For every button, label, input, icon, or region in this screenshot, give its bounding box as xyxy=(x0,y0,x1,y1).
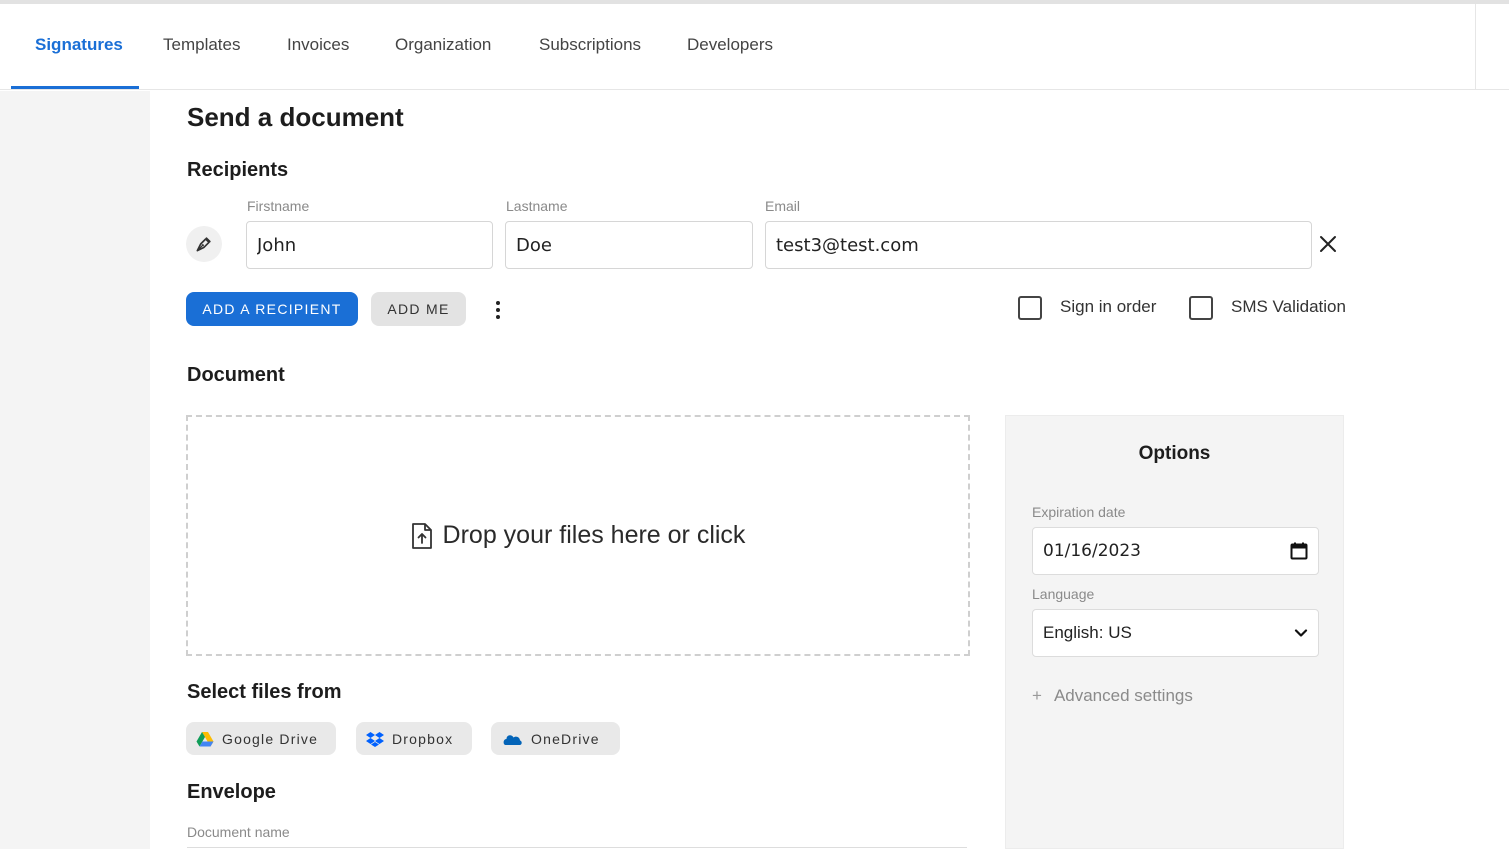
more-vertical-icon[interactable] xyxy=(488,296,508,324)
tab-subscriptions[interactable]: Subscriptions xyxy=(539,4,641,90)
sms-validation-label: SMS Validation xyxy=(1231,297,1346,316)
sign-in-order-label: Sign in order xyxy=(1060,297,1157,316)
expiration-date-input[interactable]: 01/16/2023 xyxy=(1032,527,1319,575)
email-label: Email xyxy=(765,198,801,214)
chevron-down-icon xyxy=(1294,629,1308,637)
plus-icon: + xyxy=(1032,686,1042,705)
expiration-date-label: Expiration date xyxy=(1032,504,1126,520)
tab-signatures[interactable]: Signatures xyxy=(35,4,123,90)
signer-pen-icon xyxy=(196,237,211,252)
tab-invoices[interactable]: Invoices xyxy=(287,4,349,90)
select-files-heading: Select files from xyxy=(187,681,342,703)
recipients-heading: Recipients xyxy=(187,159,289,181)
dropbox-label: Dropbox xyxy=(392,730,454,747)
signer-role-button[interactable] xyxy=(186,226,222,262)
google-drive-label: Google Drive xyxy=(222,730,319,747)
close-icon xyxy=(1320,236,1336,252)
dropbox-icon xyxy=(366,731,384,747)
advanced-settings-label: Advanced settings xyxy=(1053,686,1193,705)
tab-bar-divider xyxy=(1475,4,1476,90)
tab-developers[interactable]: Developers xyxy=(687,4,773,90)
tab-templates[interactable]: Templates xyxy=(163,4,240,90)
onedrive-icon xyxy=(503,734,522,745)
file-dropzone[interactable]: Drop your files here or click xyxy=(186,415,970,656)
envelope-heading: Envelope xyxy=(187,781,276,803)
active-tab-indicator xyxy=(11,86,139,89)
add-recipient-button[interactable]: ADD A RECIPIENT xyxy=(186,292,358,326)
firstname-input[interactable] xyxy=(246,221,493,269)
email-input[interactable] xyxy=(765,221,1312,269)
options-panel: Options Expiration date 01/16/2023 Langu… xyxy=(1005,415,1344,849)
page-title: Send a document xyxy=(187,102,404,132)
lastname-label: Lastname xyxy=(506,198,568,214)
options-title: Options xyxy=(1138,443,1211,464)
document-heading: Document xyxy=(187,364,285,386)
sms-validation-checkbox[interactable] xyxy=(1189,296,1213,320)
firstname-label: Firstname xyxy=(247,198,310,214)
dropbox-button[interactable]: Dropbox xyxy=(356,722,472,755)
tab-organization[interactable]: Organization xyxy=(395,4,491,90)
remove-recipient-button[interactable] xyxy=(1314,230,1342,258)
dropzone-text: Drop your files here or click xyxy=(442,521,746,549)
calendar-icon[interactable] xyxy=(1290,542,1308,560)
language-select[interactable]: English: US xyxy=(1032,609,1319,657)
onedrive-label: OneDrive xyxy=(531,730,600,747)
google-drive-icon xyxy=(196,731,214,746)
language-value: English: US xyxy=(1043,623,1132,642)
onedrive-button[interactable]: OneDrive xyxy=(491,722,620,755)
sign-in-order-checkbox[interactable] xyxy=(1018,296,1042,320)
left-sidebar xyxy=(0,91,150,849)
file-upload-icon xyxy=(411,522,432,549)
top-tab-bar: Signatures Templates Invoices Organizati… xyxy=(0,4,1509,90)
google-drive-button[interactable]: Google Drive xyxy=(186,722,336,755)
language-label: Language xyxy=(1032,586,1095,602)
lastname-input[interactable] xyxy=(505,221,753,269)
advanced-settings-toggle[interactable]: + Advanced settings xyxy=(1032,686,1193,706)
add-me-button[interactable]: ADD ME xyxy=(371,292,466,326)
document-name-field[interactable] xyxy=(187,847,967,848)
document-name-label: Document name xyxy=(187,824,290,840)
expiration-date-value: 01/16/2023 xyxy=(1043,541,1141,561)
